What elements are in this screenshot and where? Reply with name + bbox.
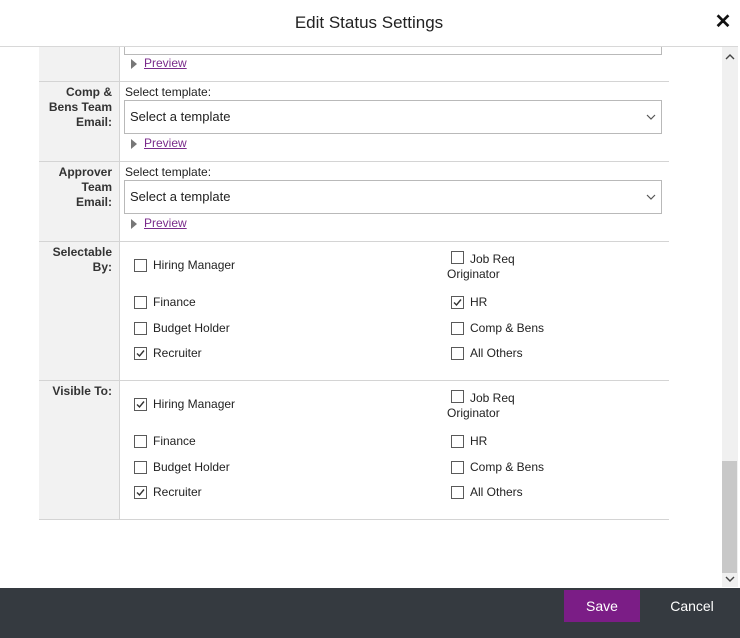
checkbox[interactable] — [134, 322, 147, 335]
checkbox-label: Finance — [153, 434, 196, 448]
checkbox[interactable] — [451, 461, 464, 474]
preview-expand-icon[interactable] — [131, 59, 137, 69]
checkbox-label: Comp & Bens — [470, 321, 545, 335]
checkbox-checked[interactable] — [134, 486, 147, 499]
select-template-label: Select template: — [125, 85, 212, 99]
approver-template-select[interactable]: Select a template — [124, 180, 662, 214]
checkbox[interactable] — [451, 347, 464, 360]
save-button[interactable]: Save — [564, 590, 640, 622]
preview-link[interactable]: Preview — [144, 216, 187, 230]
dialog-title: Edit Status Settings — [294, 13, 444, 32]
checkbox-label: Comp & Bens — [470, 460, 545, 474]
checkbox[interactable] — [134, 259, 147, 272]
dialog-body: Preview Comp & Bens Team Email: Select t… — [0, 47, 720, 587]
checkbox-label: HR — [470, 295, 488, 309]
checkbox-label: All Others — [470, 485, 523, 499]
checkbox[interactable] — [134, 296, 147, 309]
visible-to-label: Visible To: — [52, 384, 112, 398]
cancel-button[interactable]: Cancel — [660, 590, 724, 622]
checkbox-label: Finance — [153, 295, 196, 309]
preview-expand-icon[interactable] — [131, 139, 137, 149]
checkbox[interactable] — [451, 435, 464, 448]
close-icon[interactable]: ✕ — [713, 10, 733, 34]
dialog-footer: Save Cancel — [0, 588, 740, 638]
divider — [39, 241, 669, 242]
divider — [39, 161, 669, 162]
template-select-partial[interactable] — [124, 47, 662, 55]
scroll-up-icon[interactable] — [722, 49, 738, 65]
divider — [39, 81, 669, 82]
checkbox-checked[interactable] — [134, 398, 147, 411]
select-template-label: Select template: — [125, 165, 212, 179]
preview-link[interactable]: Preview — [144, 136, 187, 150]
comp-bens-template-select[interactable]: Select a template — [124, 100, 662, 134]
comp-bens-email-label: Comp & Bens Team Email: — [48, 85, 112, 129]
checkbox-label: Job Req Originator — [447, 391, 515, 420]
chevron-down-icon — [646, 194, 656, 200]
scroll-down-icon[interactable] — [722, 571, 738, 587]
select-value: Select a template — [130, 189, 231, 204]
preview-link[interactable]: Preview — [144, 56, 187, 70]
select-value: Select a template — [130, 109, 231, 124]
edit-status-dialog: Edit Status Settings ✕ Preview Comp & Be… — [0, 0, 740, 638]
checkbox-label: All Others — [470, 346, 523, 360]
checkbox-label: Hiring Manager — [153, 397, 236, 411]
preview-expand-icon[interactable] — [131, 219, 137, 229]
checkbox-label: Job Req Originator — [447, 252, 515, 281]
selectable-by-label: Selectable By: — [52, 245, 112, 274]
checkbox-label: Hiring Manager — [153, 258, 236, 272]
dialog-header: Edit Status Settings ✕ — [0, 0, 738, 47]
divider — [39, 380, 669, 381]
checkbox-label: Budget Holder — [153, 321, 230, 335]
checkbox[interactable] — [451, 322, 464, 335]
checkbox[interactable] — [451, 486, 464, 499]
approver-email-label: Approver Team Email: — [58, 165, 112, 209]
checkbox-checked[interactable] — [134, 347, 147, 360]
checkbox-label: Recruiter — [153, 485, 202, 499]
chevron-down-icon — [646, 114, 656, 120]
divider — [39, 519, 669, 520]
checkbox[interactable] — [134, 461, 147, 474]
checkbox[interactable] — [134, 435, 147, 448]
checkbox-checked[interactable] — [451, 296, 464, 309]
checkbox-label: HR — [470, 434, 488, 448]
checkbox-label: Budget Holder — [153, 460, 230, 474]
checkbox-label: Recruiter — [153, 346, 202, 360]
scrollbar-thumb[interactable] — [722, 461, 737, 573]
